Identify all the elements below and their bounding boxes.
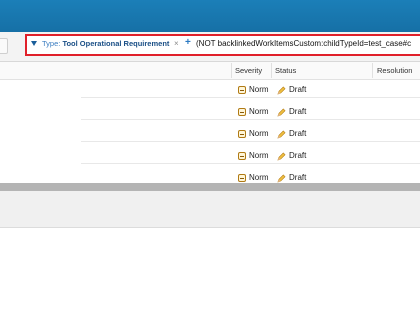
status-cell: Draft (289, 151, 307, 160)
severity-normal-icon (238, 130, 246, 138)
status-cell: Draft (289, 85, 307, 94)
query-text[interactable]: (NOT backlinkedWorkItemsCustom:childType… (196, 39, 411, 49)
severity-normal-icon (238, 108, 246, 116)
severity-normal-icon (238, 86, 246, 94)
pane-splitter[interactable] (0, 183, 420, 191)
chip-close-icon[interactable]: × (174, 39, 179, 49)
column-header-severity[interactable]: Severity (235, 66, 262, 76)
toolbar-button-partial[interactable] (0, 38, 8, 54)
query-type-chip[interactable]: Type: Tool Operational Requirement (42, 39, 169, 49)
pencil-draft-icon (277, 86, 286, 95)
detail-panel-toolbar (0, 191, 420, 228)
pencil-draft-icon (277, 130, 286, 139)
row-divider (81, 119, 420, 120)
pencil-draft-icon (277, 174, 286, 183)
status-cell: Draft (289, 129, 307, 138)
severity-cell: Norm (249, 151, 269, 160)
severity-cell: Norm (249, 173, 269, 182)
column-header-status[interactable]: Status (275, 66, 296, 76)
row-divider (81, 163, 420, 164)
pencil-draft-icon (277, 152, 286, 161)
status-cell: Draft (289, 173, 307, 182)
table-header (0, 62, 420, 80)
query-dropdown-arrow-icon[interactable] (31, 41, 37, 46)
column-separator[interactable] (271, 63, 272, 78)
column-separator[interactable] (231, 63, 232, 78)
column-header-resolution[interactable]: Resolution (377, 66, 412, 76)
pencil-draft-icon (277, 108, 286, 117)
top-app-bar (0, 0, 420, 32)
chip-key: Type: (42, 39, 61, 48)
chip-value: Tool Operational Requirement (62, 39, 170, 48)
row-divider (81, 141, 420, 142)
severity-cell: Norm (249, 85, 269, 94)
add-condition-icon[interactable]: + (185, 38, 191, 48)
severity-cell: Norm (249, 129, 269, 138)
status-cell: Draft (289, 107, 307, 116)
severity-normal-icon (238, 174, 246, 182)
severity-normal-icon (238, 152, 246, 160)
column-separator[interactable] (372, 63, 373, 78)
row-divider (81, 97, 420, 98)
severity-cell: Norm (249, 107, 269, 116)
